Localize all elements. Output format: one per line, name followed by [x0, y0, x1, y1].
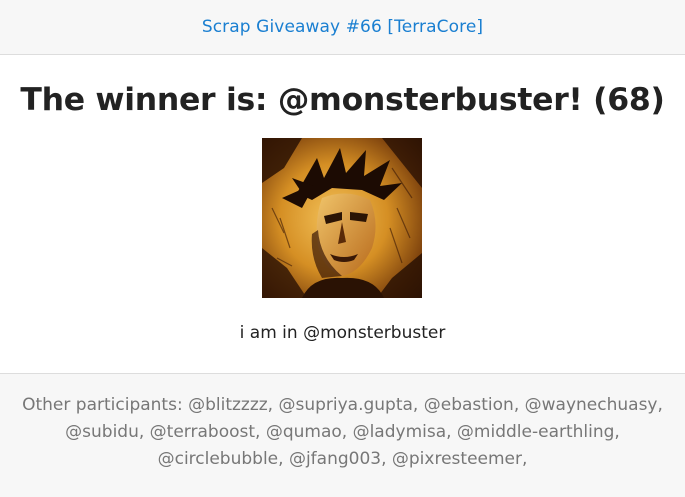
winner-section: The winner is: @monsterbuster! (68) i am…: [0, 55, 685, 373]
winner-heading: The winner is: @monsterbuster! (68): [20, 82, 665, 118]
page: Scrap Giveaway #66 [TerraCore] The winne…: [0, 0, 685, 497]
avatar-image-icon: [262, 138, 422, 298]
participants-list: Other participants: @blitzzzz, @supriya.…: [22, 395, 663, 469]
winner-avatar: [262, 138, 422, 298]
winner-comment: i am in @monsterbuster: [239, 323, 446, 343]
giveaway-title-link[interactable]: Scrap Giveaway #66 [TerraCore]: [202, 17, 483, 37]
header-bar: Scrap Giveaway #66 [TerraCore]: [0, 0, 685, 55]
participants-section: Other participants: @blitzzzz, @supriya.…: [0, 373, 685, 497]
